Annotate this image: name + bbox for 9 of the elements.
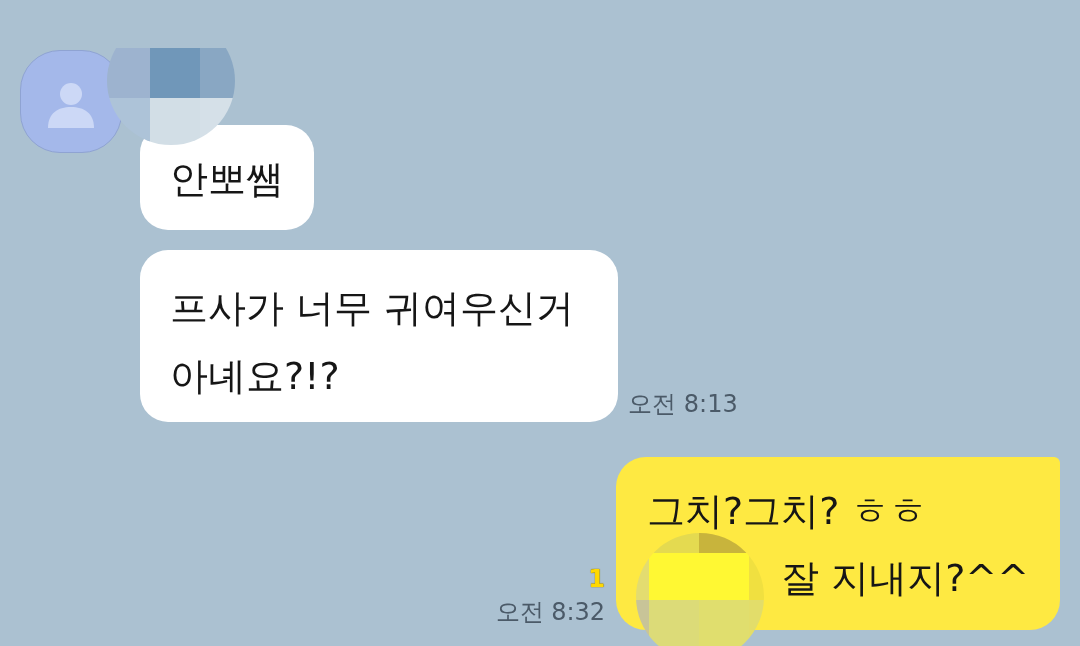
unread-count: 1 — [588, 565, 606, 593]
message-time: 오전 8:32 — [495, 598, 606, 627]
message-time: 오전 8:13 — [628, 390, 738, 419]
message-text: 안뽀쌤 — [170, 156, 284, 203]
message-text: 그치?그치? ㅎㅎ — [647, 488, 929, 535]
message-text: 아녜요?!? — [170, 353, 341, 400]
person-icon — [48, 83, 94, 128]
message-text: 잘 지내지?^^ — [780, 555, 1029, 602]
message-text: 프사가 너무 귀여우신거 — [170, 285, 575, 332]
